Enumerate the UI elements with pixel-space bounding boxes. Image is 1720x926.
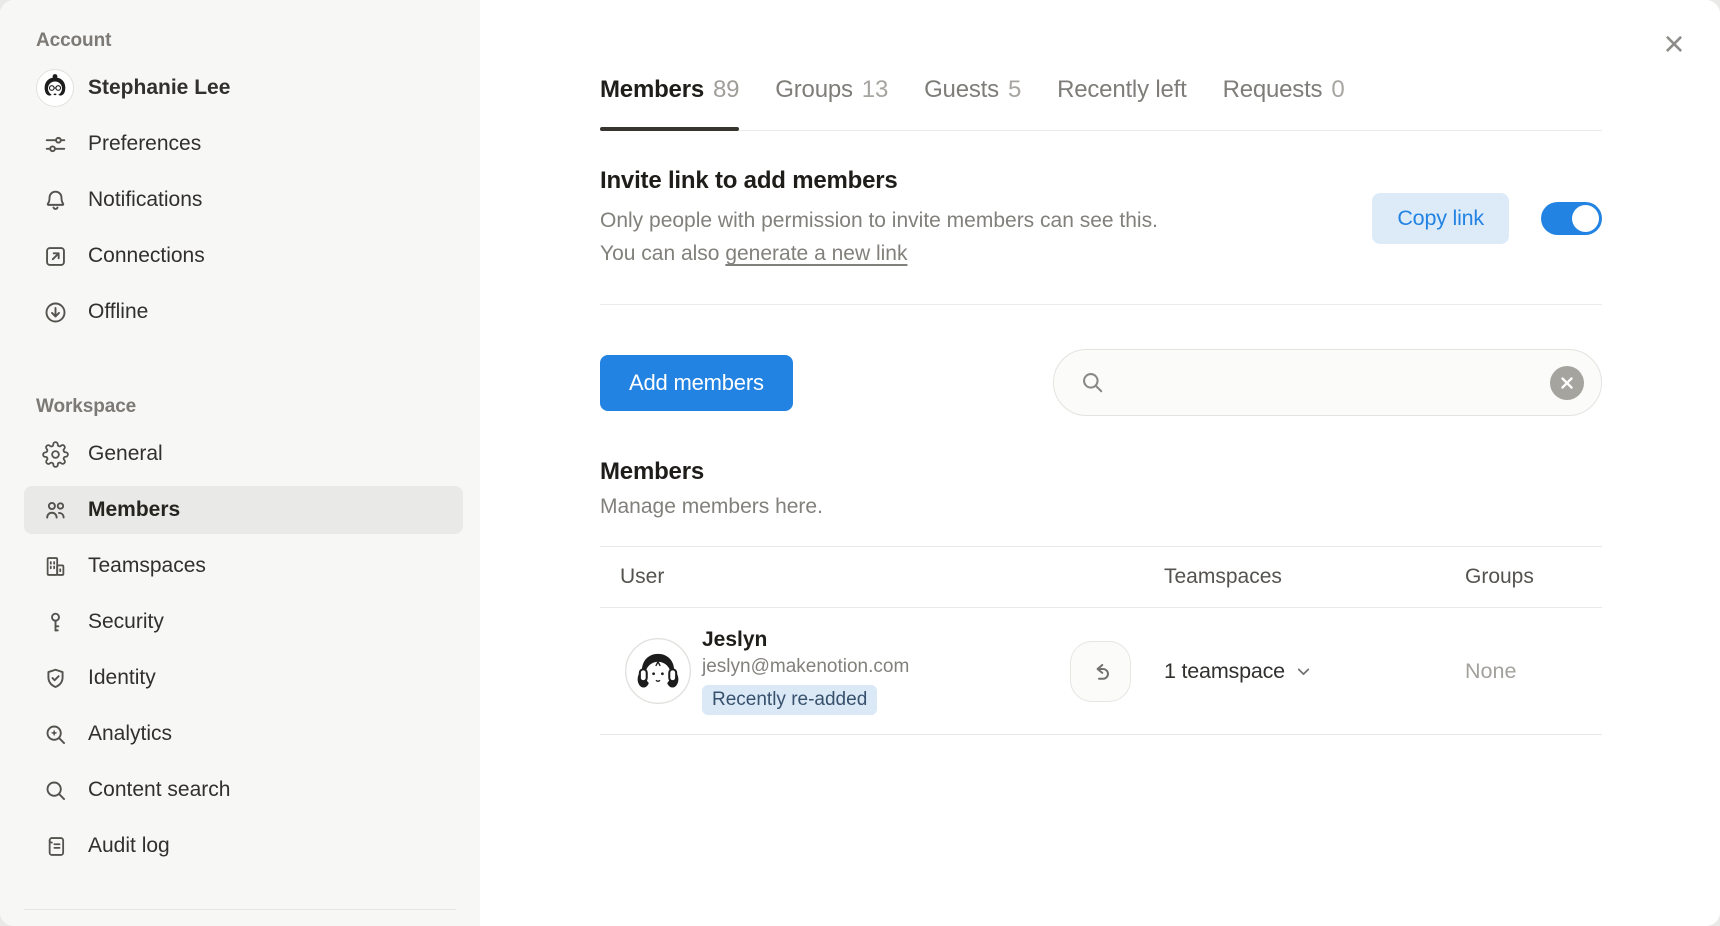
people-icon <box>36 491 74 529</box>
sidebar-item-label: Audit log <box>88 834 170 858</box>
bell-icon <box>36 181 74 219</box>
gear-icon <box>36 435 74 473</box>
column-header-teamspaces: Teamspaces <box>1164 565 1465 589</box>
add-members-button[interactable]: Add members <box>600 355 793 411</box>
member-email: jeslyn@makenotion.com <box>702 655 909 679</box>
close-icon[interactable]: × <box>1652 22 1696 66</box>
sidebar-item-label: Security <box>88 610 164 634</box>
column-header-groups: Groups <box>1465 565 1602 589</box>
arrow-up-right-square-icon <box>36 237 74 275</box>
teamspaces-dropdown[interactable]: 1 teamspace <box>1164 659 1465 684</box>
tab-label: Recently left <box>1057 76 1186 103</box>
tab-guests[interactable]: Guests 5 <box>924 76 1021 130</box>
sidebar-item-label: Members <box>88 498 180 522</box>
tab-count: 0 <box>1331 76 1344 103</box>
magnifier-sparkle-icon <box>36 715 74 753</box>
sidebar-item-label: General <box>88 442 163 466</box>
chevron-down-icon <box>1295 663 1312 680</box>
teamspaces-value: 1 teamspace <box>1164 659 1285 684</box>
copy-link-button[interactable]: Copy link <box>1372 193 1509 244</box>
members-table: User Teamspaces Groups <box>600 546 1602 735</box>
sidebar-item-label: Teamspaces <box>88 554 206 578</box>
sidebar-item-members[interactable]: Members <box>24 486 463 534</box>
sidebar-item-security[interactable]: Security <box>24 598 463 646</box>
sidebar-item-label: Preferences <box>88 132 201 156</box>
sidebar-section-label: Workspace <box>36 394 480 420</box>
toggle-knob <box>1572 205 1599 232</box>
sidebar-section-label: Account <box>36 28 480 54</box>
tab-label: Groups <box>775 76 853 103</box>
sidebar-item-audit-log[interactable]: Audit log <box>24 822 463 870</box>
tab-count: 13 <box>862 76 888 103</box>
settings-sidebar: Account Stephanie Lee <box>0 0 480 926</box>
tab-requests[interactable]: Requests 0 <box>1223 76 1345 130</box>
sidebar-divider <box>24 909 456 910</box>
section-divider <box>600 304 1602 305</box>
members-section-subtitle: Manage members here. <box>600 495 1602 519</box>
invite-description: Only people with permission to invite me… <box>600 204 1185 270</box>
sliders-icon <box>36 125 74 163</box>
sidebar-item-label: Content search <box>88 778 230 802</box>
tab-count: 5 <box>1008 76 1021 103</box>
sidebar-item-connections[interactable]: Connections <box>24 232 463 280</box>
generate-new-link[interactable]: generate a new link <box>725 242 907 265</box>
sidebar-item-preferences[interactable]: Preferences <box>24 120 463 168</box>
sidebar-item-label: Connections <box>88 244 205 268</box>
user-avatar-icon <box>36 69 74 107</box>
members-actions-row: Add members <box>600 349 1602 416</box>
tab-label: Guests <box>924 76 999 103</box>
invite-title: Invite link to add members <box>600 167 1185 195</box>
groups-value: None <box>1465 659 1516 683</box>
members-section-title: Members <box>600 458 1602 486</box>
sidebar-item-general[interactable]: General <box>24 430 463 478</box>
invite-controls: Copy link <box>1372 193 1602 244</box>
sidebar-item-offline[interactable]: Offline <box>24 288 463 336</box>
sidebar-item-identity[interactable]: Identity <box>24 654 463 702</box>
table-row: Jeslyn jeslyn@makenotion.com Recently re… <box>600 608 1602 735</box>
member-status-badge: Recently re-added <box>702 685 877 715</box>
magnifier-icon <box>36 771 74 809</box>
tab-label: Requests <box>1223 76 1323 103</box>
sidebar-section-account: Account Stephanie Lee <box>0 28 480 336</box>
invite-link-section: Invite link to add members Only people w… <box>600 167 1602 270</box>
members-tabs: Members 89 Groups 13 Guests 5 Recently left… <box>600 0 1602 131</box>
scroll-icon <box>36 827 74 865</box>
building-icon <box>36 547 74 585</box>
sidebar-item-analytics[interactable]: Analytics <box>24 710 463 758</box>
shield-check-icon <box>36 659 74 697</box>
tab-count: 89 <box>713 76 739 103</box>
tab-recently-left[interactable]: Recently left <box>1057 76 1186 130</box>
user-cell: Jeslyn jeslyn@makenotion.com Recently re… <box>600 627 1164 715</box>
member-avatar <box>625 638 691 704</box>
clear-search-icon[interactable] <box>1550 366 1584 400</box>
groups-cell: None <box>1465 659 1602 684</box>
settings-dialog: Account Stephanie Lee <box>0 0 1720 926</box>
member-info: Jeslyn jeslyn@makenotion.com Recently re… <box>702 627 909 715</box>
sidebar-item-notifications[interactable]: Notifications <box>24 176 463 224</box>
undo-icon <box>1087 658 1114 685</box>
search-icon <box>1079 369 1106 396</box>
undo-button[interactable] <box>1070 641 1131 702</box>
search-input[interactable] <box>1118 371 1550 395</box>
table-header: User Teamspaces Groups <box>600 546 1602 608</box>
search-box <box>1053 349 1602 416</box>
sidebar-item-content-search[interactable]: Content search <box>24 766 463 814</box>
sidebar-item-label: Identity <box>88 666 156 690</box>
sidebar-item-label: Notifications <box>88 188 202 212</box>
arrow-down-circle-icon <box>36 293 74 331</box>
tab-label: Members <box>600 76 704 103</box>
sidebar-item-label: Offline <box>88 300 148 324</box>
invite-link-toggle[interactable] <box>1541 202 1602 235</box>
sidebar-section-workspace: Workspace General <box>0 394 480 870</box>
key-icon <box>36 603 74 641</box>
column-header-user: User <box>600 565 1164 589</box>
tab-groups[interactable]: Groups 13 <box>775 76 888 130</box>
member-name: Jeslyn <box>702 627 909 653</box>
tab-members[interactable]: Members 89 <box>600 76 739 130</box>
settings-main: × Members 89 Groups 13 Guests 5 Recently le… <box>480 0 1720 926</box>
sidebar-item-label: Analytics <box>88 722 172 746</box>
sidebar-item-account-user[interactable]: Stephanie Lee <box>24 64 463 112</box>
sidebar-item-teamspaces[interactable]: Teamspaces <box>24 542 463 590</box>
sidebar-item-label: Stephanie Lee <box>88 76 230 100</box>
